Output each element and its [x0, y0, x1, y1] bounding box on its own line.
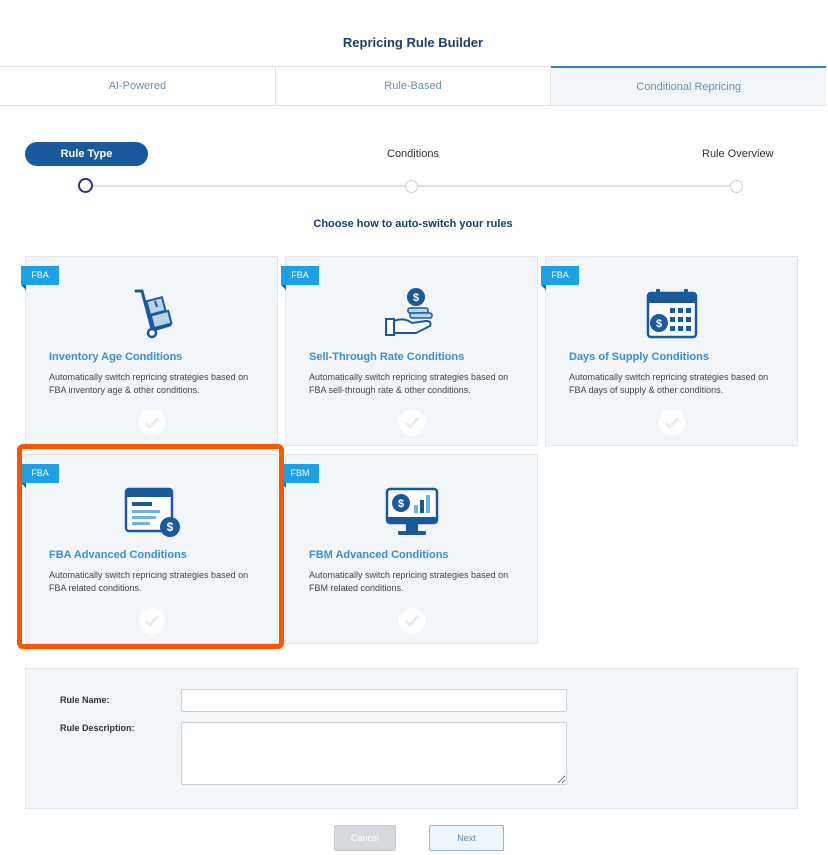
card-days-of-supply[interactable]: FBA $ Days of Supply Conditions Automati… [541, 256, 798, 446]
rule-name-label: Rule Name: [60, 695, 110, 705]
calendar-dollar-icon: $ [642, 285, 702, 345]
fulfillment-badge: FBA [541, 266, 579, 290]
svg-text:$: $ [412, 292, 418, 304]
fulfillment-badge: FBA [281, 266, 319, 290]
card-sell-through-rate[interactable]: FBA $ Sell-Through Rate Conditions Autom… [281, 256, 538, 446]
card-title: FBM Advanced Conditions [309, 549, 449, 561]
cancel-button[interactable]: Cancel [334, 825, 396, 851]
rule-name-input[interactable] [181, 689, 567, 712]
tab-rule-based[interactable]: Rule-Based [275, 66, 552, 105]
check-icon [398, 608, 425, 634]
rule-description-textarea[interactable] [181, 722, 567, 785]
page-title: Repricing Rule Builder [342, 35, 484, 50]
check-icon [658, 410, 685, 436]
section-heading: Choose how to auto-switch your rules [313, 218, 513, 230]
rule-description-label: Rule Description: [60, 723, 135, 733]
hand-coins-icon: $ [382, 285, 442, 345]
fulfillment-badge: FBA [21, 266, 59, 290]
step-conditions[interactable]: Conditions [387, 148, 439, 160]
svg-text:$: $ [397, 498, 403, 510]
card-description: Automatically switch repricing strategie… [309, 372, 509, 395]
step-rule-type[interactable]: Rule Type [25, 142, 148, 166]
tab-ai-powered[interactable]: AI-Powered [0, 66, 276, 105]
fulfillment-badge: FBM [281, 464, 319, 488]
svg-text:$: $ [655, 318, 661, 330]
check-icon [138, 410, 165, 436]
check-icon [398, 410, 425, 436]
hand-truck-boxes-icon [122, 285, 182, 345]
step-dot-rule-overview [730, 180, 743, 193]
card-inventory-age[interactable]: FBA Inventory Age Conditions Automatical… [21, 256, 278, 446]
mode-tabs: AI-Powered Rule-Based Conditional Repric… [0, 66, 827, 106]
card-description: Automatically switch repricing strategie… [569, 372, 769, 395]
card-description: Automatically switch repricing strategie… [49, 372, 249, 395]
card-fbm-advanced[interactable]: FBM $ FBM Advanced Conditions Automatica… [281, 454, 538, 644]
monitor-chart-icon: $ [382, 483, 442, 543]
step-dot-rule-type [78, 178, 93, 193]
step-rule-overview[interactable]: Rule Overview [702, 148, 774, 160]
tab-conditional-repricing[interactable]: Conditional Repricing [551, 66, 827, 105]
card-description: Automatically switch repricing strategie… [309, 570, 509, 593]
card-title: Days of Supply Conditions [569, 351, 709, 363]
card-title: Sell-Through Rate Conditions [309, 351, 465, 363]
step-dot-conditions [405, 180, 418, 193]
selection-highlight [17, 444, 284, 649]
card-title: Inventory Age Conditions [49, 351, 183, 363]
next-button[interactable]: Next [429, 825, 504, 851]
